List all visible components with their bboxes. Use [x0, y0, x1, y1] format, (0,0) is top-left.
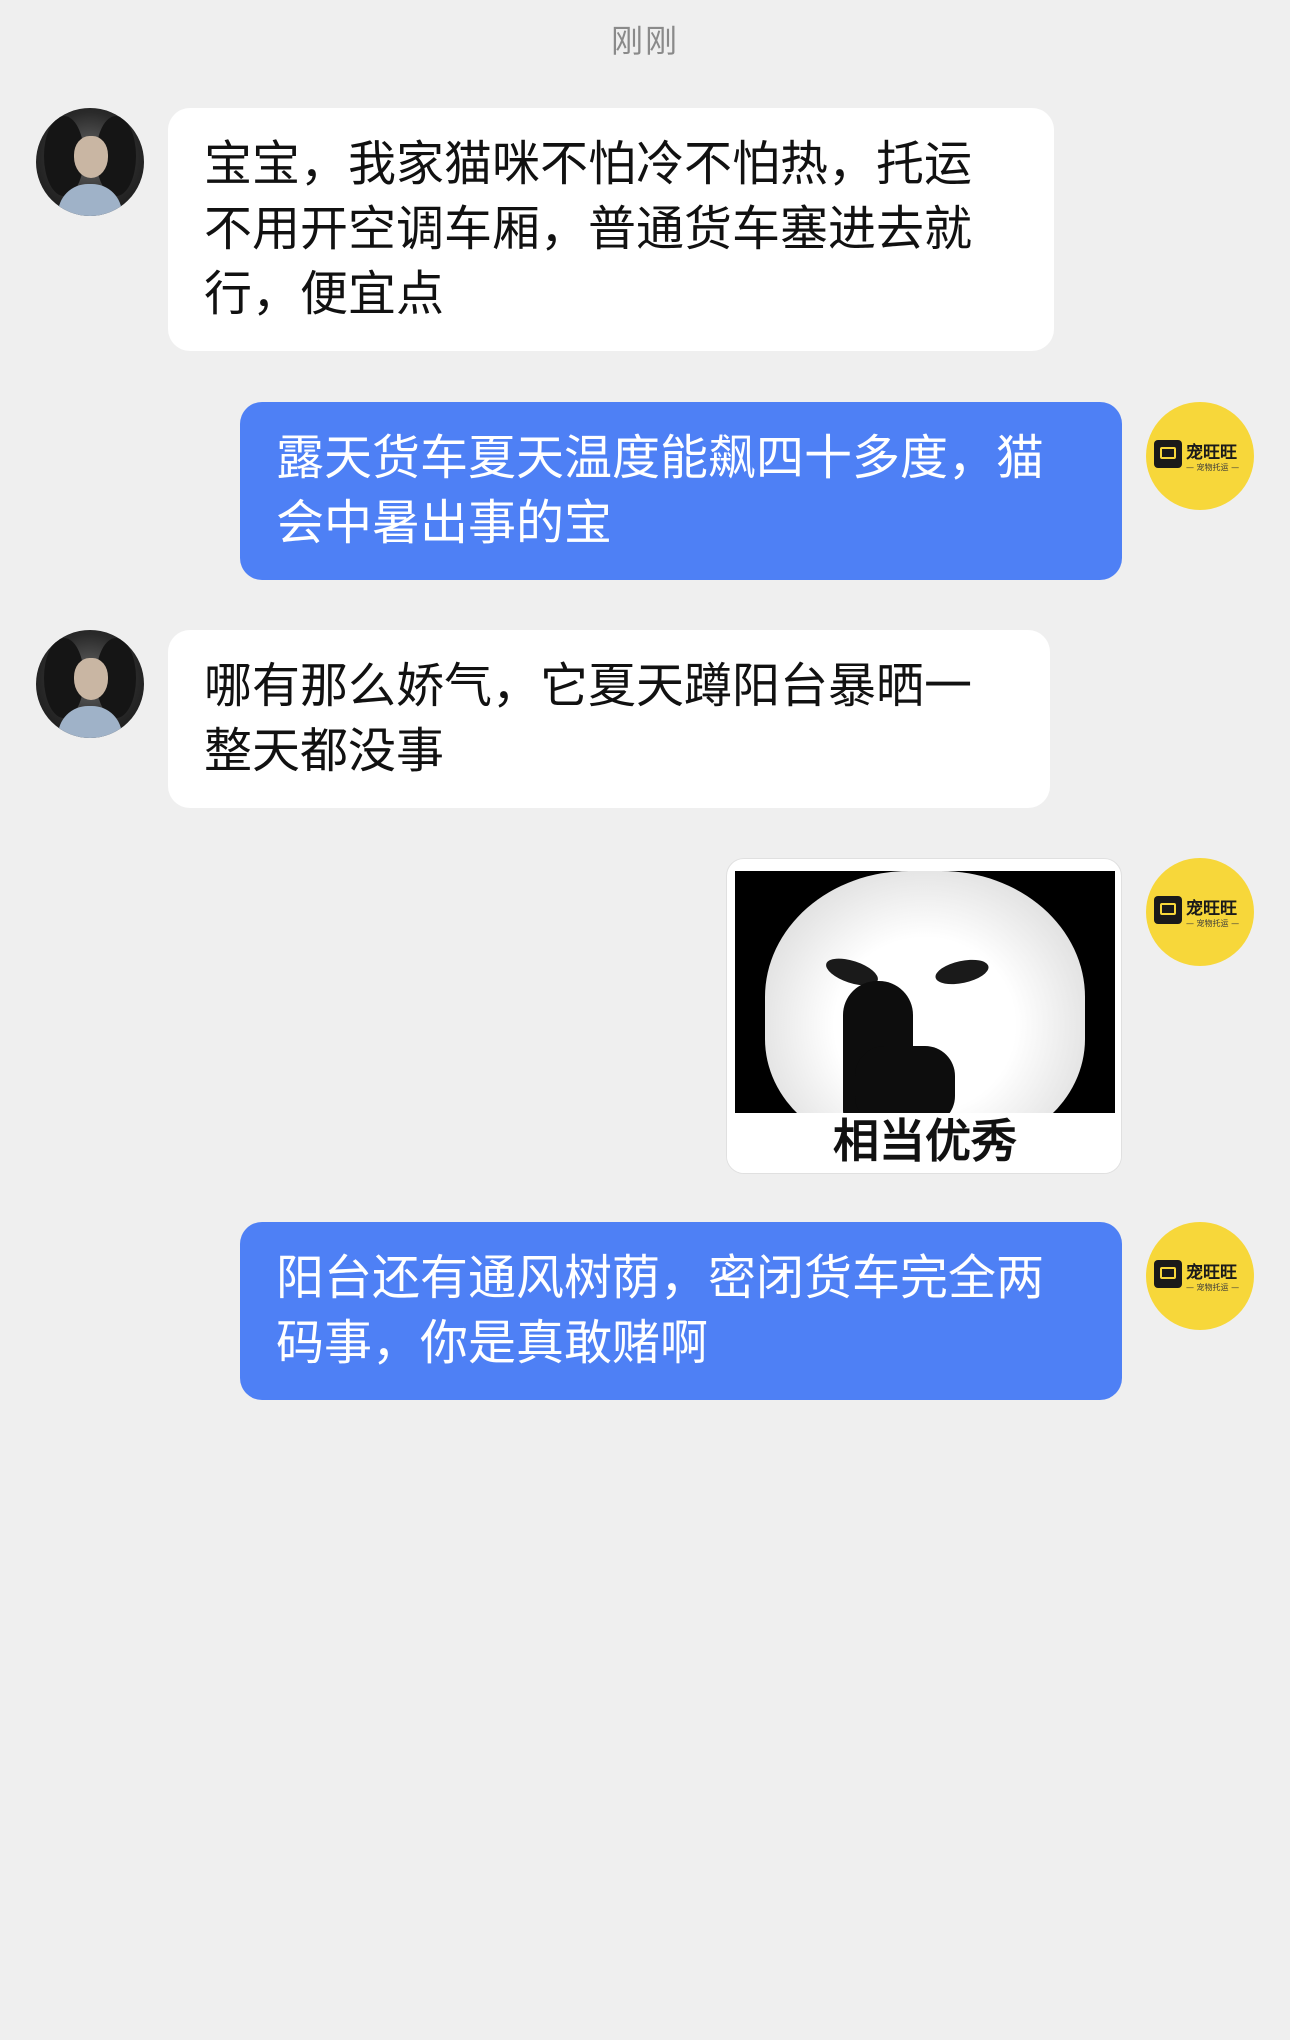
incoming-message-bubble[interactable]: 哪有那么娇气，它夏天蹲阳台暴晒一整天都没事: [168, 630, 1050, 808]
sticker-fist: [855, 1046, 955, 1115]
pet-transport-logo-icon: [1154, 1260, 1182, 1288]
incoming-message-bubble[interactable]: 宝宝，我家猫咪不怕冷不怕热，托运不用开空调车厢，普通货车塞进去就行，便宜点: [168, 108, 1054, 351]
message-text: 阳台还有通风树荫，密闭货车完全两码事，你是真敢赌啊: [276, 1250, 1045, 1371]
sticker-caption: 相当优秀: [727, 1113, 1121, 1173]
brand-subtitle: — 宠物托运 —: [1186, 1283, 1240, 1292]
service-avatar[interactable]: 宠旺旺 — 宠物托运 —: [1146, 858, 1254, 966]
service-avatar[interactable]: 宠旺旺 — 宠物托运 —: [1146, 402, 1254, 510]
message-text: 哪有那么娇气，它夏天蹲阳台暴晒一整天都没事: [204, 658, 973, 779]
message-text: 露天货车夏天温度能飙四十多度，猫会中暑出事的宝: [276, 430, 1045, 551]
avatar-face: [74, 136, 108, 178]
brand-name: 宠旺旺: [1186, 1263, 1237, 1283]
brand-subtitle: — 宠物托运 —: [1186, 463, 1240, 472]
user-avatar[interactable]: [36, 108, 144, 216]
avatar-face: [74, 658, 108, 700]
pet-transport-logo-icon: [1154, 896, 1182, 924]
thumbs-up-sticker[interactable]: 相当优秀: [726, 858, 1122, 1174]
brand-name: 宠旺旺: [1186, 443, 1237, 463]
message-text: 宝宝，我家猫咪不怕冷不怕热，托运不用开空调车厢，普通货车塞进去就行，便宜点: [204, 136, 973, 322]
user-avatar[interactable]: [36, 630, 144, 738]
chat-timestamp: 刚刚: [610, 22, 679, 60]
service-avatar[interactable]: 宠旺旺 — 宠物托运 —: [1146, 1222, 1254, 1330]
sticker-image: [735, 871, 1115, 1115]
brand-subtitle: — 宠物托运 —: [1186, 919, 1240, 928]
brand-name: 宠旺旺: [1186, 899, 1237, 919]
outgoing-message-bubble[interactable]: 露天货车夏天温度能飙四十多度，猫会中暑出事的宝: [240, 402, 1122, 580]
outgoing-message-bubble[interactable]: 阳台还有通风树荫，密闭货车完全两码事，你是真敢赌啊: [240, 1222, 1122, 1400]
pet-transport-logo-icon: [1154, 440, 1182, 468]
